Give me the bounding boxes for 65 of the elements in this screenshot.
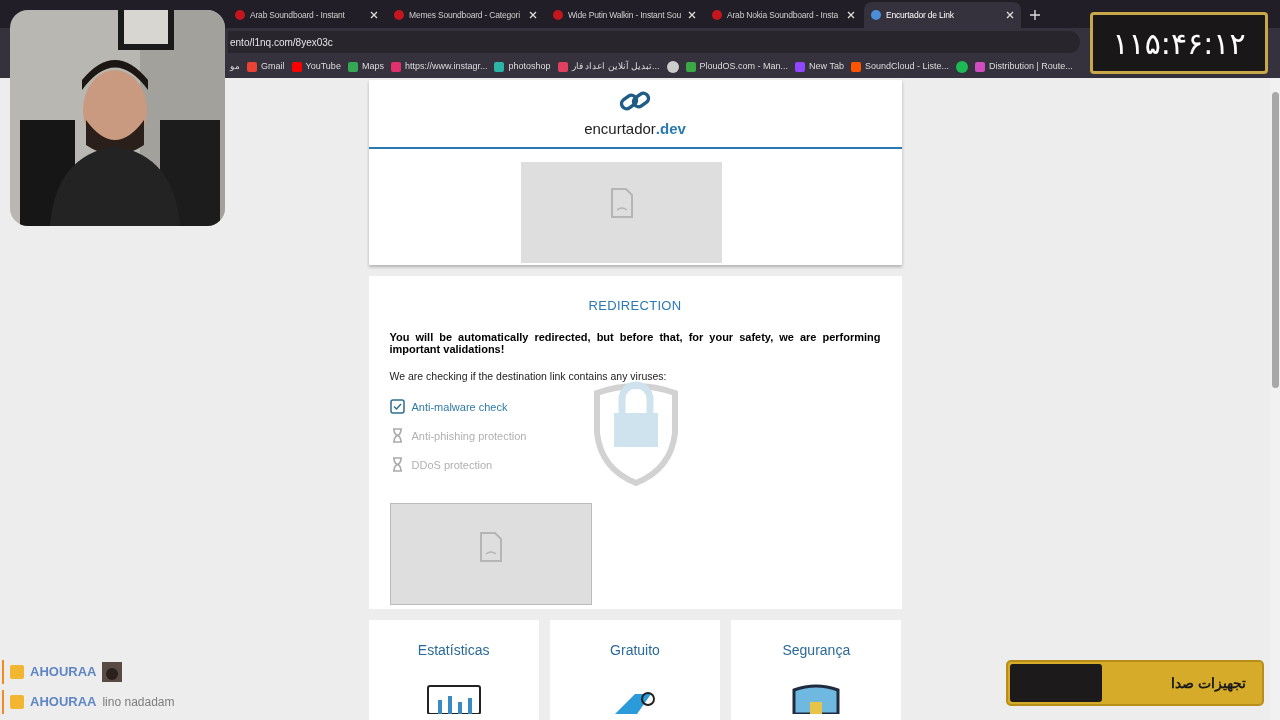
browser-tab[interactable]: Wide Putin Walkin - Instant Sou [546,2,703,28]
address-field[interactable]: ento/l1nq.com/8yex03c [228,31,1080,53]
favicon-icon [712,10,722,20]
favicon-icon [975,62,985,72]
tab-title: Memes Soundboard - Categori [409,8,521,22]
favicon-icon [685,62,696,72]
favicon-icon [347,62,358,72]
check-label: Anti-malware check [411,399,508,415]
warning-text: You will be automatically redirected, but before that, for your safety, we are performing important validations! [389,331,881,355]
feature-title: Gratuito [610,641,660,660]
check-label: Anti-phishing protection [411,428,527,444]
favicon-icon [247,62,257,72]
favicon-icon [553,10,563,20]
bookmark-item[interactable]: مو [230,60,240,74]
stream-timer: ۱۱۵:۴۶:۱۲ [1090,12,1268,74]
close-icon[interactable] [1006,11,1014,19]
favicon-icon [235,10,245,20]
bookmark-icon[interactable] [666,61,679,73]
bookmark-item[interactable]: Gmail [247,60,285,74]
check-label: DDoS protection [411,457,493,473]
favicon-icon [291,62,302,72]
section-title: REDIRECTION [587,296,683,315]
tab-title: Wide Putin Walkin - Instant Sou [568,8,682,22]
browser-tab[interactable]: Arab Soundboard - Instant [228,2,385,28]
chat-username: AHOURAA [30,663,97,682]
chat-text: lino nadadam [102,694,175,711]
close-icon[interactable] [370,11,378,19]
tab-title: Arab Soundboard - Instant [250,8,346,22]
favicon-icon [557,62,568,72]
site-logo[interactable]: encurtador.dev [584,118,686,141]
feature-title: Estatísticas [417,641,490,660]
browser-tab[interactable]: Arab Nokia Soundboard - Insta [705,2,862,28]
bookmark-item[interactable]: YouTube [291,60,341,74]
bookmark-item[interactable]: Maps [347,60,384,74]
bookmark-item[interactable]: https://www.instagr... [390,60,488,74]
favicon-icon [390,62,401,72]
bookmark-item[interactable]: تبدیل آنلاین اعداد فار... [557,60,660,74]
favicon-icon [795,62,806,72]
crown-badge-icon [10,665,24,679]
browser-tab[interactable]: Memes Soundboard - Categori [387,2,544,28]
bookmark-item[interactable]: New Tab [795,60,844,74]
tab-title: Arab Nokia Soundboard - Insta [727,8,839,22]
bookmark-item[interactable]: SoundCloud - Liste... [850,60,949,74]
broken-image-icon [478,531,503,562]
chat-username: AHOURAA [30,693,97,712]
browser-tab[interactable]: Encurtador de Link [864,2,1021,28]
close-icon[interactable] [529,11,537,19]
bookmark-item[interactable]: photoshop [494,60,551,74]
broken-image-icon [609,187,634,218]
tab-title: Encurtador de Link [886,8,955,22]
close-icon[interactable] [688,11,696,19]
banner-text: تجهیزات صدا [1170,673,1247,694]
bookmark-item[interactable]: Distribution | Route... [975,60,1073,74]
favicon-icon [494,62,505,72]
intro-text: We are checking if the destination link contains any viruses: [389,369,668,384]
crown-badge-icon [10,695,24,709]
bookmark-item[interactable]: PloudOS.com - Man... [685,60,789,74]
feature-title: Segurança [782,641,851,660]
close-icon[interactable] [847,11,855,19]
scrollbar-thumb[interactable] [1271,92,1279,388]
bookmark-icon[interactable] [956,61,968,73]
favicon-icon [871,10,881,20]
favicon-icon [850,62,861,72]
new-tab-icon[interactable] [1030,10,1040,20]
favicon-icon [394,10,404,20]
